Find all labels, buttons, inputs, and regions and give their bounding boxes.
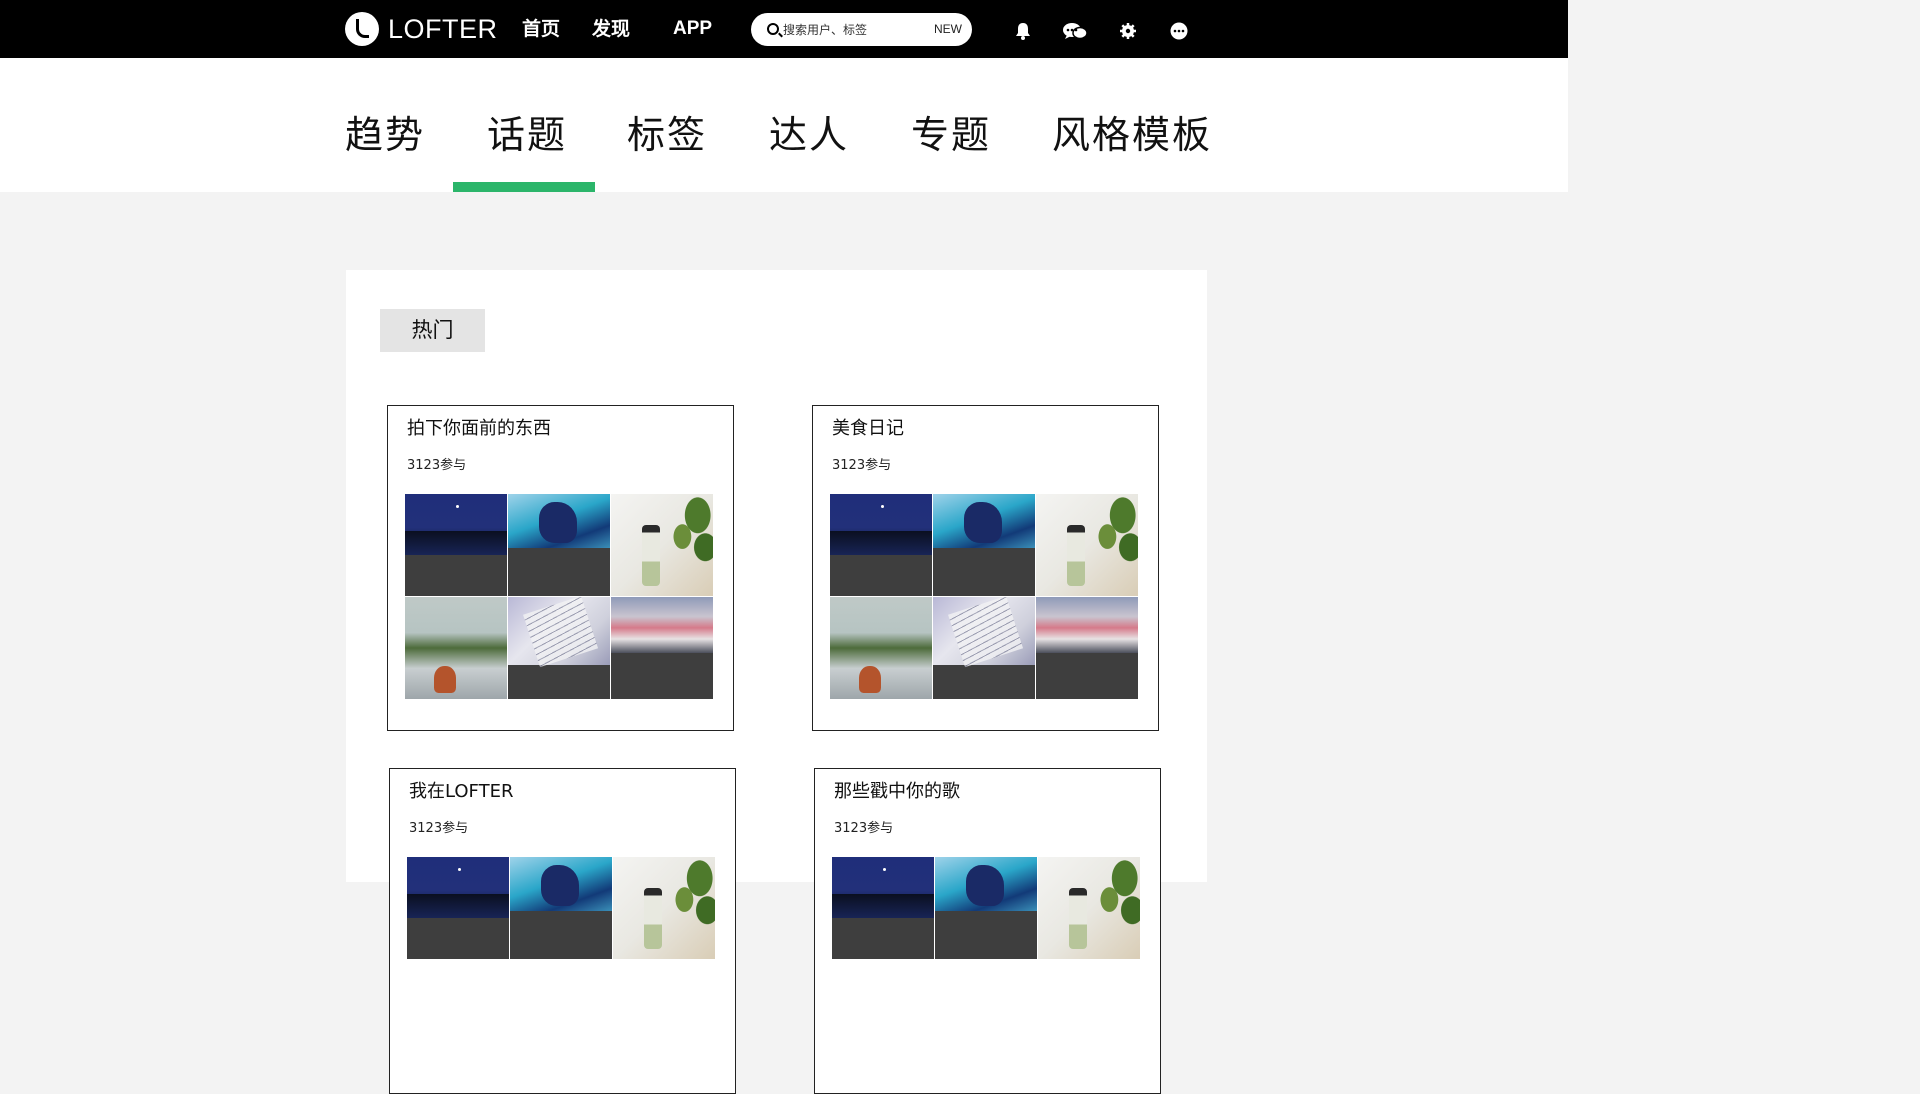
new-badge: NEW — [934, 22, 962, 36]
tab-experts[interactable]: 达人 — [769, 112, 849, 158]
search-input[interactable] — [783, 20, 903, 40]
topic-image-grid — [832, 857, 1141, 1062]
thumbnail[interactable] — [935, 857, 1037, 959]
bell-icon[interactable] — [1012, 20, 1034, 42]
thumbnail[interactable] — [1038, 857, 1140, 959]
thumbnail[interactable] — [405, 597, 507, 699]
thumbnail[interactable] — [613, 857, 715, 959]
active-tab-indicator — [453, 182, 595, 192]
thumbnail[interactable] — [933, 597, 1035, 699]
thumbnail[interactable] — [407, 857, 509, 959]
logo-text: LOFTER — [388, 14, 498, 44]
nav-discover[interactable]: 发现 — [592, 17, 630, 41]
topic-participants: 3123参与 — [832, 458, 892, 473]
thumbnail[interactable] — [611, 494, 713, 596]
topic-title: 那些戳中你的歌 — [834, 781, 960, 802]
chat-icon[interactable] — [1062, 20, 1088, 42]
thumbnail[interactable] — [508, 597, 610, 699]
thumbnail[interactable] — [1036, 494, 1138, 596]
topic-title: 我在LOFTER — [409, 781, 514, 802]
search-icon[interactable] — [767, 23, 779, 35]
thumbnail[interactable] — [1036, 597, 1138, 699]
nav-home[interactable]: 首页 — [522, 17, 560, 41]
topic-participants: 3123参与 — [834, 821, 894, 836]
topic-image-grid — [405, 494, 714, 699]
thumbnail[interactable] — [830, 494, 932, 596]
tab-features[interactable]: 专题 — [911, 112, 991, 158]
thumbnail[interactable] — [933, 494, 1035, 596]
category-tabs: 趋势 话题 标签 达人 专题 风格模板 — [0, 58, 1568, 192]
lofter-logo-icon — [345, 12, 379, 46]
topic-title: 拍下你面前的东西 — [407, 418, 551, 439]
tab-tags[interactable]: 标签 — [627, 112, 707, 158]
search-box[interactable]: NEW — [751, 13, 972, 46]
section-label-hot[interactable]: 热门 — [380, 309, 485, 352]
topic-card[interactable]: 拍下你面前的东西 3123参与 — [387, 405, 734, 731]
gear-icon[interactable] — [1117, 20, 1139, 42]
topic-image-grid — [407, 857, 716, 1062]
tab-trends[interactable]: 趋势 — [345, 112, 425, 158]
tab-topics[interactable]: 话题 — [487, 112, 567, 158]
thumbnail[interactable] — [832, 857, 934, 959]
topic-card[interactable]: 我在LOFTER 3123参与 — [389, 768, 736, 1094]
topic-participants: 3123参与 — [409, 821, 469, 836]
tab-style-templates[interactable]: 风格模板 — [1052, 112, 1212, 158]
nav-app[interactable]: APP — [673, 17, 712, 41]
topic-image-grid — [830, 494, 1139, 699]
thumbnail[interactable] — [830, 597, 932, 699]
logo[interactable]: LOFTER — [345, 12, 498, 46]
more-icon[interactable] — [1168, 20, 1190, 42]
topic-card[interactable]: 那些戳中你的歌 3123参与 — [814, 768, 1161, 1094]
topic-title: 美食日记 — [832, 418, 904, 439]
topics-panel: 热门 拍下你面前的东西 3123参与 美食日记 3123参与 我在LOFTER … — [346, 270, 1207, 1094]
topic-card[interactable]: 美食日记 3123参与 — [812, 405, 1159, 731]
thumbnail[interactable] — [510, 857, 612, 959]
top-bar: LOFTER 首页 发现 APP NEW — [0, 0, 1568, 58]
thumbnail[interactable] — [405, 494, 507, 596]
topic-participants: 3123参与 — [407, 458, 467, 473]
thumbnail[interactable] — [508, 494, 610, 596]
thumbnail[interactable] — [611, 597, 713, 699]
